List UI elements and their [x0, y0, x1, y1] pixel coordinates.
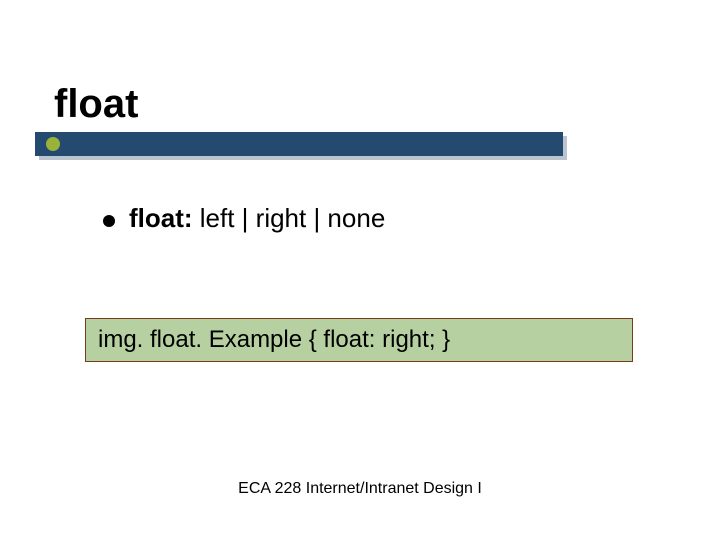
code-example-box: img. float. Example { float: right; }	[85, 318, 633, 362]
slide-title: float	[54, 82, 138, 127]
slide-footer: ECA 228 Internet/Intranet Design I	[0, 480, 720, 498]
accent-dot-icon	[46, 137, 60, 151]
bullet-property-label: float:	[129, 203, 193, 233]
slide: float float: left | right | none img. fl…	[0, 0, 720, 540]
bullet-item: float: left | right | none	[103, 203, 385, 234]
bullet-property-values: left | right | none	[193, 203, 386, 233]
bullet-icon	[103, 215, 115, 227]
code-example-text: img. float. Example { float: right; }	[98, 326, 450, 354]
bullet-text: float: left | right | none	[129, 203, 385, 234]
title-underline-bar	[35, 132, 563, 156]
